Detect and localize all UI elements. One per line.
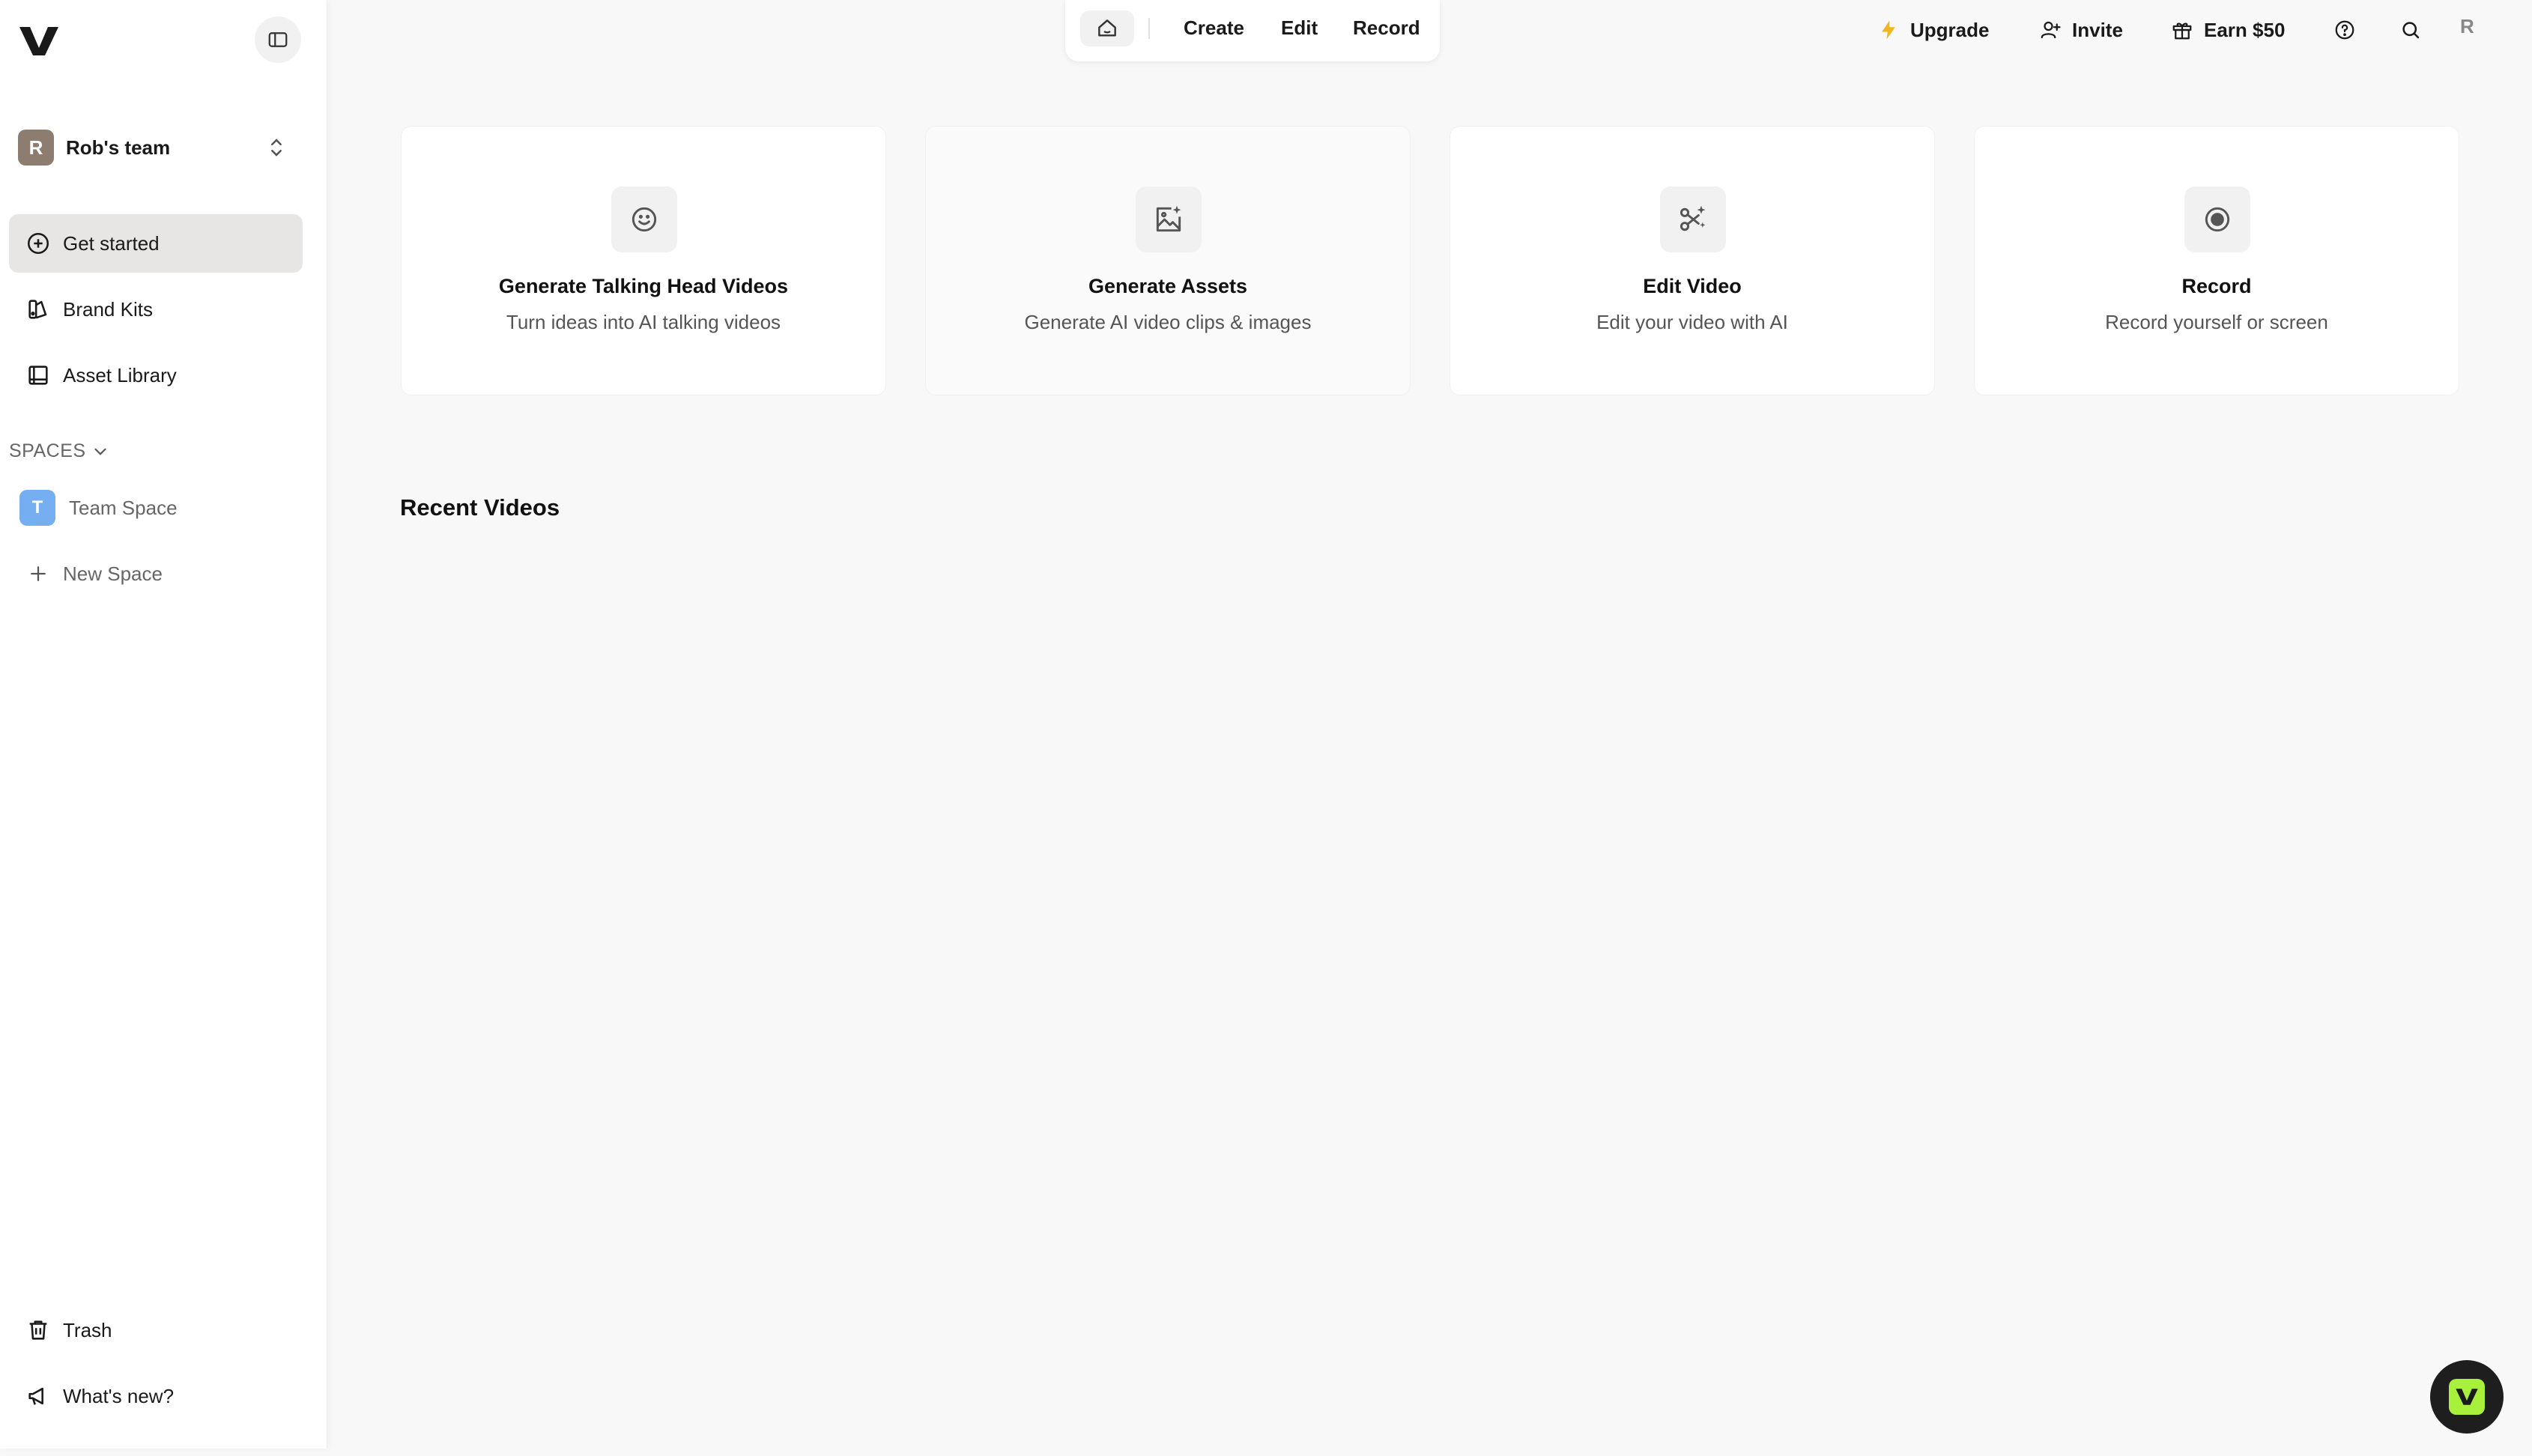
card-subtitle: Record yourself or screen [2105,311,2328,333]
sidebar-item-whats-new[interactable]: What's new? [9,1367,303,1425]
new-space-label: New Space [63,562,163,585]
top-nav: Create Edit Record [1065,0,1440,61]
megaphone-icon [28,1387,43,1405]
invite-button[interactable]: Invite [2039,15,2123,45]
upgrade-button[interactable]: Upgrade [1877,15,1989,45]
card-icon-box [611,186,677,252]
earn-label: Earn $50 [2204,18,2286,41]
sidebar-item-label: Brand Kits [63,297,153,321]
search-icon [2402,22,2420,39]
card-talking-head[interactable]: Generate Talking Head Videos Turn ideas … [401,126,886,395]
card-title: Generate Assets [1088,275,1248,297]
nav-edit[interactable]: Edit [1281,16,1318,40]
card-icon-box [1660,186,1726,252]
team-name: Rob's team [66,136,171,159]
upgrade-label: Upgrade [1910,18,1990,41]
sidebar-item-asset-library[interactable]: Asset Library [9,346,303,404]
record-icon [2205,207,2230,232]
recent-videos-heading: Recent Videos [400,494,560,521]
add-user-icon [2041,21,2061,39]
space-label: Team Space [69,496,178,519]
app-logo-icon[interactable] [16,22,61,60]
help-button[interactable] [2330,15,2360,45]
smile-icon [632,207,657,232]
home-button[interactable] [1080,10,1134,46]
plus-circle-icon [27,232,49,255]
spaces-header: SPACES [9,440,86,461]
card-generate-assets[interactable]: Generate Assets Generate AI video clips … [925,126,1411,395]
card-icon-box [2184,186,2250,252]
scissors-sparkle-icon [1680,205,1706,231]
team-switcher[interactable]: R Rob's team [18,129,295,166]
space-badge: T [19,490,55,526]
nav-divider [1148,18,1150,39]
sidebar-item-label: Get started [63,231,160,255]
plus-icon [31,566,46,581]
library-icon [28,365,48,385]
search-button[interactable] [2396,15,2426,45]
card-title: Generate Talking Head Videos [498,275,789,297]
card-subtitle: Edit your video with AI [1596,311,1788,333]
card-subtitle: Generate AI video clips & images [1024,311,1312,333]
sidebar-item-label: Trash [63,1318,112,1341]
sidebar-toggle-button[interactable] [255,16,301,63]
chevron-up-down-icon [271,139,282,157]
sidebar-item-label: What's new? [63,1384,175,1407]
gift-icon [2172,22,2192,40]
brand-kit-icon [28,300,47,319]
earn-button[interactable]: Earn $50 [2171,15,2285,45]
card-icon-box [1136,186,1202,252]
sidebar-item-label: Asset Library [63,363,177,386]
image-sparkle-icon [1156,205,1181,232]
sidebar-toggle-icon [268,32,288,47]
card-title: Record [2181,275,2252,297]
chevron-down-icon [94,448,106,455]
nav-create[interactable]: Create [1184,16,1244,40]
card-subtitle: Turn ideas into AI talking videos [506,311,781,333]
lightning-icon [1882,20,1895,40]
invite-label: Invite [2072,18,2123,41]
chat-logo-icon [2449,1379,2485,1415]
trash-icon [29,1320,47,1340]
card-edit-video[interactable]: Edit Video Edit your video with AI [1450,126,1935,395]
team-avatar: R [18,130,54,166]
sidebar-item-trash[interactable]: Trash [9,1301,303,1359]
home-icon [1098,19,1116,37]
card-title: Edit Video [1643,275,1742,297]
spaces-section-toggle[interactable]: SPACES [9,440,110,462]
help-icon [2335,20,2354,40]
chat-launcher-button[interactable] [2430,1360,2504,1434]
sidebar-item-brand-kits[interactable]: Brand Kits [9,280,303,339]
nav-record[interactable]: Record [1353,16,1420,40]
sidebar: R Rob's team Get started Brand Kits Asse… [0,0,327,1449]
sidebar-item-team-space[interactable]: T Team Space [19,490,178,526]
sidebar-item-get-started[interactable]: Get started [9,214,303,273]
new-space-button[interactable]: New Space [27,556,163,592]
card-record[interactable]: Record Record yourself or screen [1974,126,2459,395]
user-avatar[interactable]: R [2460,15,2474,38]
